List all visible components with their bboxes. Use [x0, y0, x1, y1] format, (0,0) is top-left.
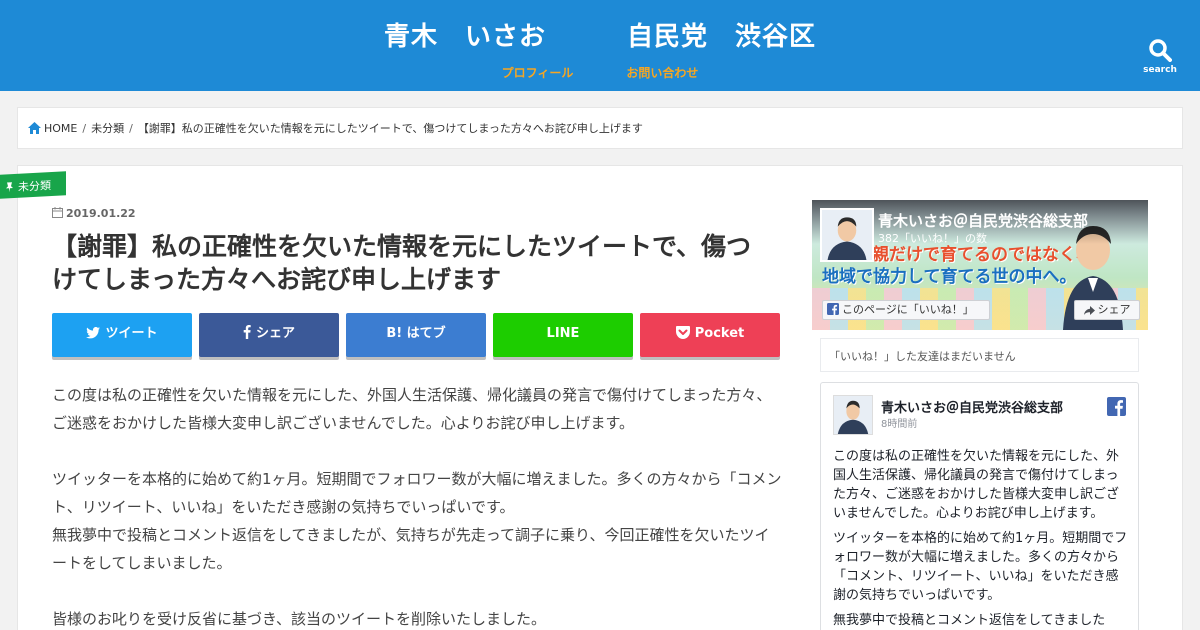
category-badge-label: 未分類: [18, 179, 51, 194]
twitter-share-button[interactable]: ツイート: [52, 313, 192, 357]
facebook-logo-icon[interactable]: [1107, 397, 1126, 416]
post-text-paragraph: この度は私の正確性を欠いた情報を元にした、外国人生活保護、帰化議員の発言で傷付け…: [833, 449, 1120, 521]
post-date: 2019.01.22: [52, 207, 136, 220]
site-header: 青木 いさお 自民党 渋谷区 プロフィール お問い合わせ search: [0, 0, 1200, 91]
pocket-save-label: Pocket: [694, 326, 745, 341]
facebook-cover-image[interactable]: 親だけで育てるのではなく、 地域で協力して育てる世の中へ。 青木いさお＠自民党渋…: [812, 200, 1148, 330]
share-buttons: ツイート シェア B! はてブ LINE Pocket: [52, 313, 782, 357]
twitter-icon: [86, 327, 101, 339]
facebook-share-label: シェア: [255, 326, 295, 341]
site-title[interactable]: 青木 いさお 自民党 渋谷区: [0, 16, 1200, 53]
category-badge[interactable]: 未分類: [0, 171, 66, 199]
calendar-icon: [52, 207, 63, 218]
facebook-icon: [243, 325, 251, 339]
twitter-share-label: ツイート: [105, 326, 158, 341]
page-like-button[interactable]: このページに「いいね！」: [822, 300, 990, 320]
breadcrumb-category[interactable]: 未分類: [91, 122, 124, 135]
main-nav: プロフィール お問い合わせ: [0, 62, 1200, 81]
line-share-label: LINE: [546, 326, 580, 341]
post-author-name[interactable]: 青木いさお＠自民党渋谷総支部: [881, 397, 1063, 416]
post-body: この度は私の正確性を欠いた情報を元にした、外国人生活保護、帰化議員の発言で傷付け…: [52, 381, 782, 630]
post-text: この度は私の正確性を欠いた情報を元にした、外国人生活保護、帰化議員の発言で傷付け…: [833, 447, 1129, 630]
pocket-save-button[interactable]: Pocket: [640, 313, 780, 357]
line-share-button[interactable]: LINE: [493, 313, 633, 357]
nav-contact[interactable]: お問い合わせ: [626, 66, 698, 80]
friends-like-note: 「いいね！」した友達はまだいません: [820, 338, 1139, 372]
breadcrumb-separator: /: [82, 122, 87, 135]
post-author-avatar[interactable]: [833, 395, 873, 435]
post-paragraph: この度は私の正確性を欠いた情報を元にした、外国人生活保護、帰化議員の発言で傷付け…: [52, 386, 772, 432]
breadcrumb-home[interactable]: HOME: [44, 122, 77, 135]
post-text-paragraph: 無我夢中で投稿とコメント返信をしてきましたが、: [833, 613, 1106, 628]
page-avatar[interactable]: [820, 208, 874, 262]
post-paragraph: 皆様のお叱りを受け反省に基づき、該当のツイートを削除いたしました。: [52, 610, 546, 628]
nav-profile[interactable]: プロフィール: [502, 66, 574, 80]
share-arrow-icon: [1083, 306, 1095, 315]
post-paragraph: ツイッターを本格的に始めて約1ヶ月。短期間でフォロワー数が大幅に増えました。多く…: [52, 470, 782, 572]
search-icon: [1149, 39, 1172, 62]
search-label: search: [1143, 65, 1177, 75]
breadcrumb-separator: /: [129, 122, 133, 135]
post-text-paragraph: ツイッターを本格的に始めて約1ヶ月。短期間でフォロワー数が大幅に増えました。多く…: [833, 531, 1128, 603]
breadcrumb-current: 【謝罪】私の正確性を欠いた情報を元にしたツイートで、傷つけてしまった方々へお詫び…: [137, 122, 643, 135]
facebook-square-icon: [827, 303, 839, 315]
breadcrumb: HOME / 未分類 / 【謝罪】私の正確性を欠いた情報を元にしたツイートで、傷つけてし…: [17, 107, 1183, 149]
facebook-page-widget: 親だけで育てるのではなく、 地域で協力して育てる世の中へ。 青木いさお＠自民党渋…: [812, 200, 1148, 630]
page-share-button[interactable]: シェア: [1074, 300, 1140, 320]
home-icon: [28, 122, 41, 134]
hatena-bookmark-button[interactable]: B! はてブ: [346, 313, 486, 357]
search-button[interactable]: search: [1140, 38, 1180, 82]
post-date-text: 2019.01.22: [66, 207, 136, 220]
page-like-label: このページに「いいね！」: [842, 303, 974, 316]
pocket-icon: [675, 326, 690, 339]
page-share-label: シェア: [1097, 303, 1131, 316]
facebook-post: 青木いさお＠自民党渋谷総支部 8時間前 この度は私の正確性を欠いた情報を元にした…: [820, 382, 1139, 630]
hatena-bookmark-label: B! はてブ: [386, 326, 446, 341]
facebook-share-button[interactable]: シェア: [199, 313, 339, 357]
pin-icon: [6, 182, 13, 193]
post-timestamp[interactable]: 8時間前: [881, 415, 917, 430]
cover-slogan-line2: 地域で協力して育てる世の中へ。: [822, 267, 1077, 287]
post-title: 【謝罪】私の正確性を欠いた情報を元にしたツイートで、傷つけてしまった方々へお詫び…: [52, 232, 752, 294]
page-like-count: 382「いいね！」の数: [878, 232, 987, 245]
page-name-link[interactable]: 青木いさお＠自民党渋谷総支部: [878, 210, 1140, 231]
